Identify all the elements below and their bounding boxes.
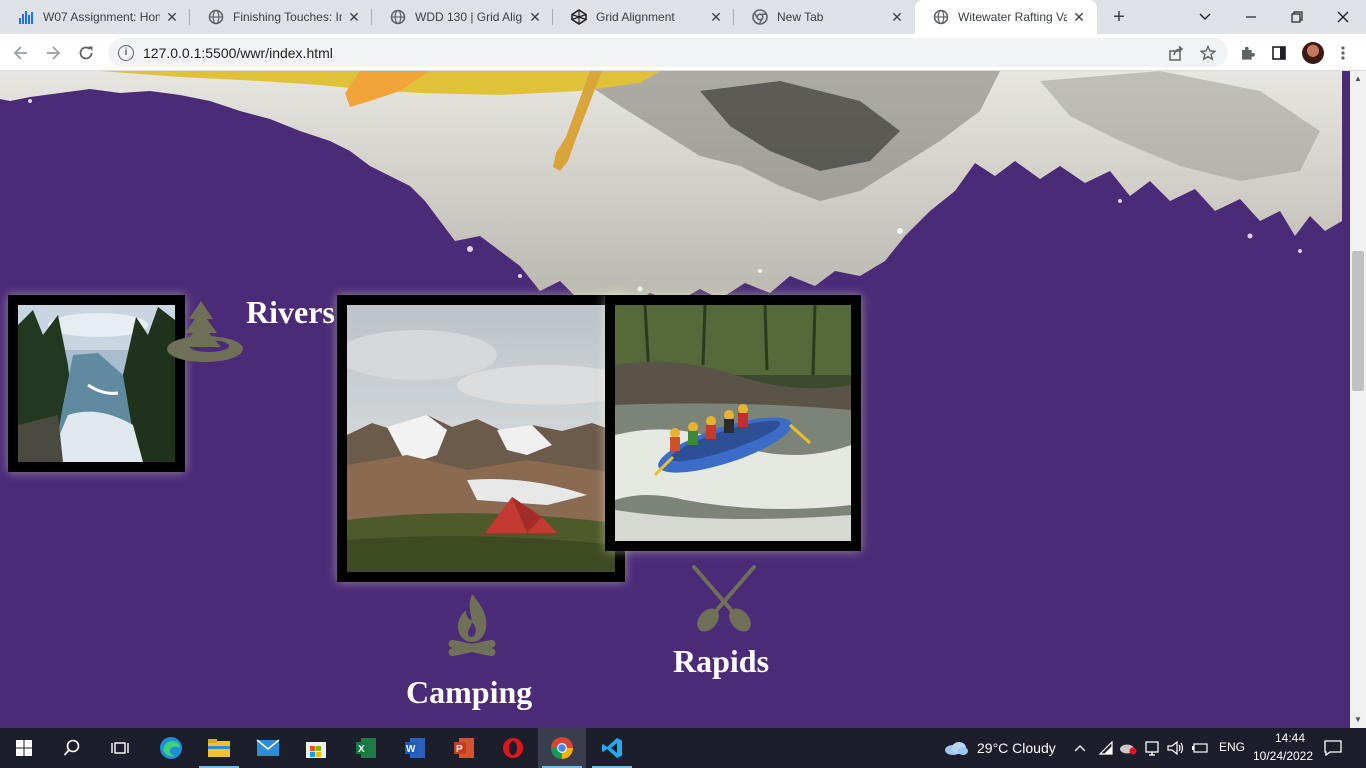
side-panel-icon[interactable] <box>1266 40 1292 66</box>
tab-wdd-130[interactable]: WDD 130 | Grid Align ✕ <box>372 0 553 34</box>
tab-w07-assignment[interactable]: W07 Assignment: Hon ✕ <box>0 0 190 34</box>
svg-text:W: W <box>406 744 416 755</box>
tab-title: Witewater Rafting Vac <box>958 10 1067 24</box>
vscode-icon[interactable] <box>588 728 636 768</box>
language-indicator[interactable]: ENG <box>1219 740 1245 754</box>
windows-taskbar: X W P 29°C Cloudy ENG 14:44 10/24/2022 <box>0 728 1366 768</box>
url-text: 127.0.0.1:5500/wwr/index.html <box>143 44 333 61</box>
chrome-icon <box>752 9 768 25</box>
powerpoint-icon[interactable]: P <box>440 728 488 768</box>
profile-avatar[interactable] <box>1302 42 1324 64</box>
page-viewport: Rivers Camping Rapids <box>0 71 1350 728</box>
excel-icon[interactable]: X <box>342 728 390 768</box>
hero-rafting-image <box>0 71 1342 307</box>
tab-title: New Tab <box>777 10 824 24</box>
rapids-photo <box>605 295 861 551</box>
close-tab-icon[interactable]: ✕ <box>708 9 724 25</box>
codepen-icon <box>571 9 587 25</box>
search-icon[interactable] <box>48 728 96 768</box>
tab-title: WDD 130 | Grid Align <box>415 10 523 24</box>
weather-cloud-icon[interactable] <box>938 728 974 768</box>
camping-label: Camping <box>406 674 533 710</box>
clock-date[interactable]: 10/24/2022 <box>1250 749 1316 763</box>
globe-icon <box>390 9 406 25</box>
weather-text[interactable]: 29°C Cloudy <box>977 740 1056 756</box>
close-tab-icon[interactable]: ✕ <box>889 9 905 25</box>
svg-text:X: X <box>358 744 365 755</box>
scroll-down-arrow-icon[interactable]: ▼ <box>1350 712 1366 728</box>
restore-button[interactable] <box>1274 0 1320 34</box>
clock-time[interactable]: 14:44 <box>1267 731 1313 745</box>
tab-search-icon[interactable] <box>1182 0 1228 34</box>
browser-toolbar: i 127.0.0.1:5500/wwr/index.html <box>0 34 1366 71</box>
microsoft-store-icon[interactable] <box>292 728 340 768</box>
camping-photo <box>337 295 625 582</box>
close-tab-icon[interactable]: ✕ <box>164 9 180 25</box>
tree-river-icon <box>167 301 243 362</box>
task-view-icon[interactable] <box>96 728 144 768</box>
edge-icon[interactable] <box>147 728 195 768</box>
windows-start-icon[interactable] <box>0 728 48 768</box>
rivers-label: Rivers <box>246 294 335 330</box>
onedrive-icon[interactable] <box>1117 728 1139 768</box>
close-tab-icon[interactable]: ✕ <box>346 9 362 25</box>
rivers-photo <box>8 295 185 472</box>
word-icon[interactable]: W <box>391 728 439 768</box>
battery-icon[interactable] <box>1189 728 1211 768</box>
menu-kebab-icon[interactable] <box>1330 40 1356 66</box>
extensions-icon[interactable] <box>1234 40 1260 66</box>
minimize-button[interactable] <box>1228 0 1274 34</box>
scrollbar-thumb[interactable] <box>1352 251 1364 391</box>
tab-new-tab[interactable]: New Tab ✕ <box>734 0 915 34</box>
forward-arrow-icon[interactable] <box>40 40 66 66</box>
chevron-up-icon[interactable] <box>1068 728 1092 768</box>
close-tab-icon[interactable]: ✕ <box>527 9 543 25</box>
share-icon[interactable] <box>1163 40 1189 66</box>
wifi-icon[interactable] <box>1095 728 1117 768</box>
tab-strip: W07 Assignment: Hon ✕ Finishing Touches:… <box>0 0 1366 34</box>
tab-witewater-rafting[interactable]: Witewater Rafting Vac ✕ <box>915 0 1097 34</box>
site-info-icon[interactable]: i <box>118 44 134 61</box>
rapids-label: Rapids <box>673 643 770 679</box>
globe-icon <box>933 9 949 25</box>
back-arrow-icon[interactable] <box>8 40 34 66</box>
tab-title: W07 Assignment: Hon <box>43 10 160 24</box>
crossed-paddles-icon <box>692 565 756 632</box>
chrome-taskbar-icon[interactable] <box>538 728 586 768</box>
tab-title: Grid Alignment <box>596 10 675 24</box>
chart-icon <box>18 9 34 25</box>
globe-icon <box>208 9 224 25</box>
page-scrollbar[interactable]: ▲ ▼ <box>1350 71 1366 728</box>
address-bar[interactable]: i 127.0.0.1:5500/wwr/index.html <box>108 38 1228 67</box>
network-icon[interactable] <box>1141 728 1163 768</box>
close-window-button[interactable] <box>1320 0 1366 34</box>
bookmark-star-icon[interactable] <box>1195 40 1221 66</box>
mail-icon[interactable] <box>244 728 292 768</box>
reload-icon[interactable] <box>73 40 99 66</box>
svg-text:P: P <box>456 744 463 755</box>
scroll-up-arrow-icon[interactable]: ▲ <box>1350 71 1366 87</box>
tab-finishing-touches[interactable]: Finishing Touches: Inst ✕ <box>190 0 372 34</box>
new-tab-button[interactable]: + <box>1106 5 1132 29</box>
campfire-icon <box>448 594 496 657</box>
file-explorer-icon[interactable] <box>195 728 243 768</box>
close-tab-icon[interactable]: ✕ <box>1071 9 1087 25</box>
volume-icon[interactable] <box>1165 728 1187 768</box>
tab-title: Finishing Touches: Inst <box>233 10 342 24</box>
opera-icon[interactable] <box>489 728 537 768</box>
notifications-icon[interactable] <box>1320 728 1346 768</box>
tab-grid-alignment[interactable]: Grid Alignment ✕ <box>553 0 734 34</box>
